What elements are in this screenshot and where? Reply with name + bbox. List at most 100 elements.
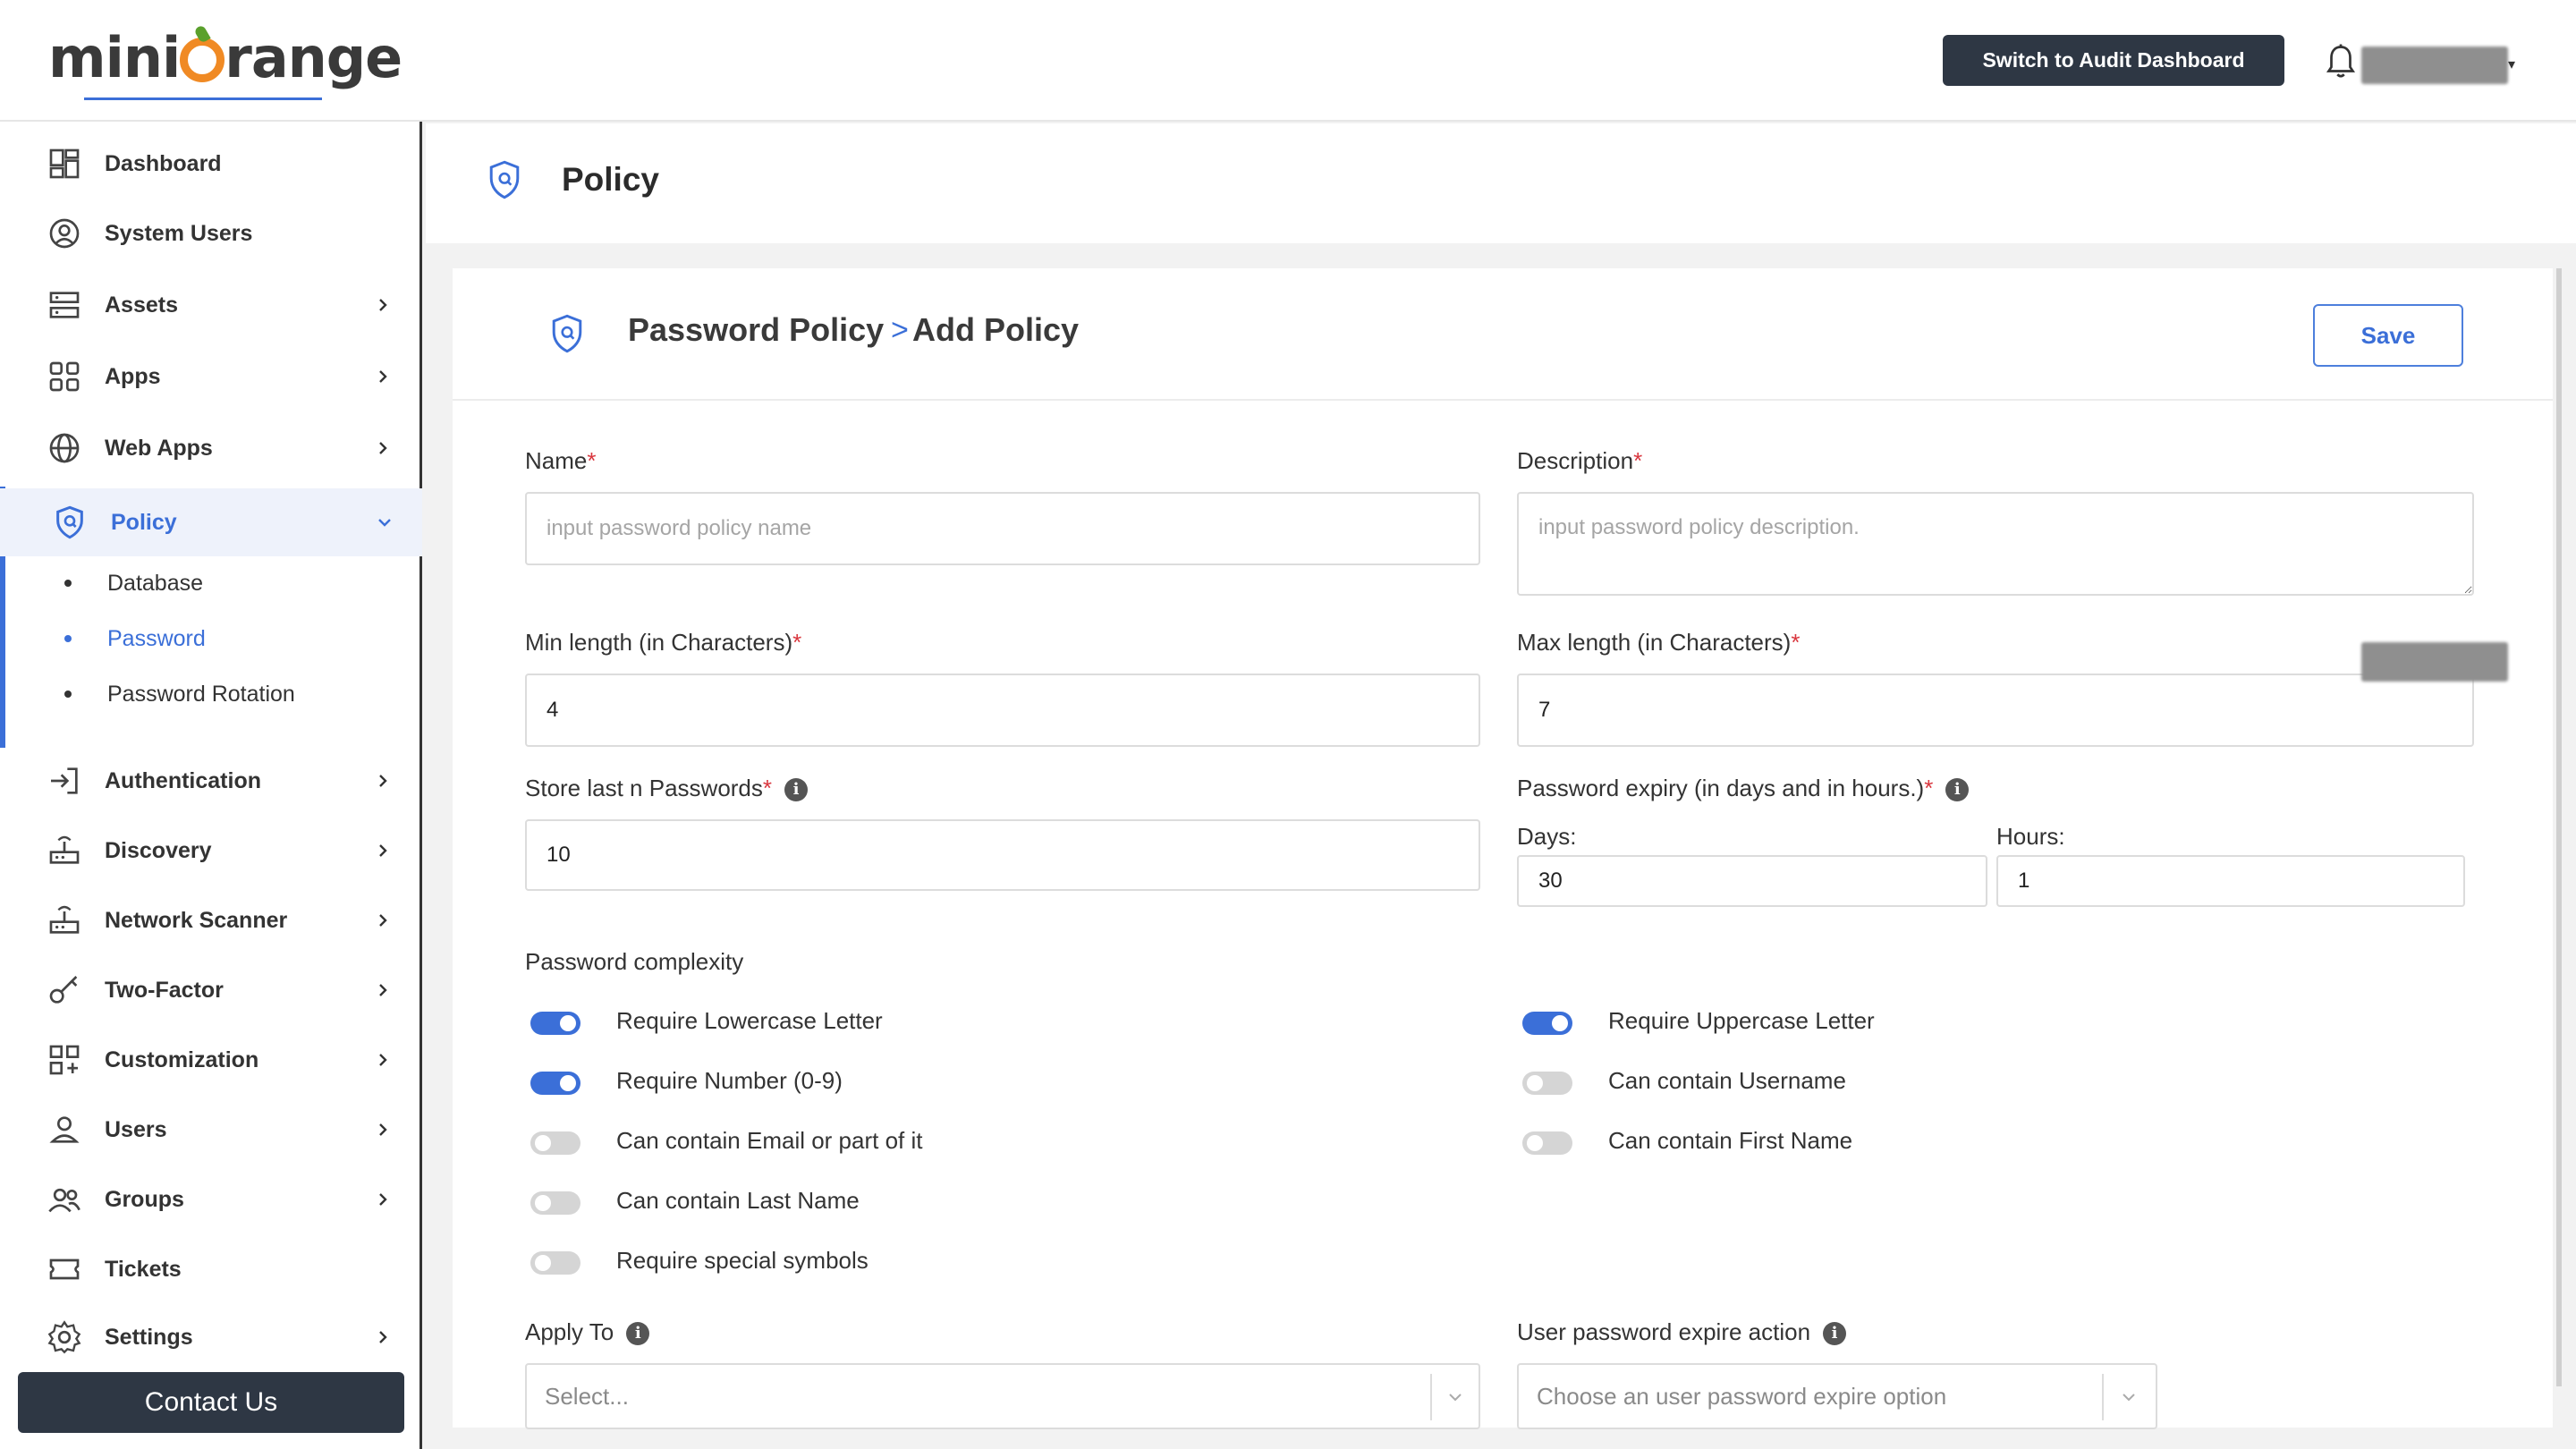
sidebar-item-users[interactable]: Users [0, 1100, 422, 1159]
require-uppercase-toggle[interactable] [1522, 1012, 1572, 1035]
name-label: Name* [525, 447, 597, 474]
contain-username-toggle[interactable] [1522, 1072, 1572, 1095]
sidebar-item-label: Authentication [105, 767, 261, 793]
sidebar-item-network-scanner[interactable]: Network Scanner [0, 891, 422, 950]
chevron-right-icon [379, 1123, 387, 1136]
bullet-icon [64, 635, 72, 642]
sidebar-item-authentication[interactable]: Authentication [0, 751, 422, 810]
sidebar-item-label: Apps [105, 363, 161, 389]
shield-icon [56, 505, 83, 539]
sidebar-subitem-label: Database [107, 570, 204, 596]
sidebar-item-customization[interactable]: Customization [0, 1030, 422, 1089]
chevron-right-icon [379, 442, 387, 454]
sidebar-item-label: Settings [105, 1324, 193, 1350]
require-special-symbols-toggle[interactable] [530, 1251, 580, 1275]
description-textarea[interactable] [1517, 492, 2474, 596]
sidebar-item-discovery[interactable]: Discovery [0, 821, 422, 880]
shield-icon [552, 314, 582, 353]
sidebar-item-dashboard[interactable]: Dashboard [0, 134, 422, 193]
info-icon[interactable]: i [626, 1322, 650, 1345]
expiry-hours-input[interactable] [1996, 855, 2465, 907]
customize-icon [49, 1045, 80, 1075]
sidebar-item-system-users[interactable]: System Users [0, 204, 422, 263]
sidebar-item-label: Customization [105, 1046, 259, 1072]
card-header: Password Policy > Add Policy Save [453, 268, 2553, 401]
user-menu-redacted[interactable] [2361, 47, 2508, 84]
contain-email-toggle[interactable] [530, 1131, 580, 1155]
sidebar-item-two-factor[interactable]: Two-Factor [0, 961, 422, 1020]
sidebar-subitem-database[interactable]: Database [0, 558, 422, 608]
toggle-label: Can contain Username [1608, 1067, 1846, 1094]
toggle-label: Require Uppercase Letter [1608, 1007, 1875, 1034]
toggle-label: Can contain Last Name [616, 1187, 860, 1214]
password-complexity-label: Password complexity [525, 948, 744, 975]
toggle-label: Require Number (0-9) [616, 1067, 843, 1094]
apply-to-label: Apply To i [525, 1318, 650, 1346]
max-length-input[interactable] [1517, 674, 2474, 747]
bullet-icon [64, 580, 72, 587]
user-menu-caret-icon[interactable]: ▾ [2508, 55, 2515, 73]
page-title: Policy [562, 161, 659, 198]
expire-action-select[interactable]: Choose an user password expire option [1517, 1363, 2157, 1429]
password-expiry-label: Password expiry (in days and in hours.)*… [1517, 775, 1970, 802]
sidebar-item-label: Network Scanner [105, 907, 288, 933]
toggle-label: Require Lowercase Letter [616, 1007, 883, 1034]
sidebar-item-assets[interactable]: Assets [0, 275, 422, 335]
logo[interactable]: mini range [48, 25, 402, 90]
breadcrumb-add-policy: Add Policy [912, 311, 1080, 348]
store-last-n-input[interactable] [525, 819, 1480, 891]
sidebar-item-apps[interactable]: Apps [0, 347, 422, 406]
contact-us-button[interactable]: Contact Us [18, 1372, 404, 1433]
select-divider [1430, 1374, 1432, 1420]
contain-last-name-toggle[interactable] [530, 1191, 580, 1215]
sidebar-item-label: Dashboard [105, 150, 222, 176]
orange-logo-icon [180, 38, 225, 82]
router-icon [49, 835, 80, 864]
select-placeholder: Select... [545, 1383, 629, 1410]
require-number-toggle[interactable] [530, 1072, 580, 1095]
sidebar-item-policy[interactable]: Policy [0, 488, 422, 556]
info-icon[interactable]: i [784, 778, 809, 801]
apply-to-select[interactable]: Select... [525, 1363, 1480, 1429]
bell-icon[interactable] [2324, 43, 2358, 80]
info-icon[interactable]: i [1945, 778, 1970, 801]
user-icon [49, 1116, 80, 1143]
chevron-right-icon [379, 914, 387, 927]
require-lowercase-toggle[interactable] [530, 1012, 580, 1035]
sidebar-item-groups[interactable]: Groups [0, 1170, 422, 1229]
sidebar-item-web-apps[interactable]: Web Apps [0, 419, 422, 478]
user-circle-icon [49, 218, 80, 249]
breadcrumb-password-policy[interactable]: Password Policy [628, 311, 884, 349]
sidebar-item-label: System Users [105, 220, 253, 246]
page-scrollbar[interactable] [2556, 268, 2562, 1386]
sidebar-item-label: Two-Factor [105, 977, 224, 1003]
hours-label: Hours: [1996, 823, 2065, 850]
sidebar-item-label: Web Apps [105, 435, 213, 461]
key-icon [49, 976, 78, 1004]
info-icon[interactable]: i [1823, 1322, 1847, 1345]
redacted-overlay [2361, 642, 2508, 682]
sidebar-item-tickets[interactable]: Tickets [0, 1240, 422, 1299]
sidebar-subitem-password[interactable]: Password [0, 614, 422, 664]
apps-grid-icon [49, 361, 80, 392]
name-input[interactable] [525, 492, 1480, 565]
globe-icon [49, 433, 80, 463]
chevron-right-icon [379, 370, 387, 383]
days-label: Days: [1517, 823, 1577, 850]
save-button[interactable]: Save [2313, 304, 2463, 367]
expiry-days-input[interactable] [1517, 855, 1987, 907]
expire-action-label: User password expire action i [1517, 1318, 1847, 1346]
toggle-label: Can contain First Name [1608, 1127, 1853, 1154]
ticket-icon [49, 1258, 80, 1280]
sidebar-item-settings[interactable]: Settings [0, 1308, 422, 1367]
toggle-label: Require special symbols [616, 1247, 869, 1274]
switch-audit-dashboard-button[interactable]: Switch to Audit Dashboard [1943, 35, 2284, 86]
min-length-input[interactable] [525, 674, 1480, 747]
sidebar-subitem-password-rotation[interactable]: Password Rotation [0, 669, 422, 719]
contain-first-name-toggle[interactable] [1522, 1131, 1572, 1155]
toggle-label: Can contain Email or part of it [616, 1127, 923, 1154]
chevron-right-icon [379, 299, 387, 311]
logo-text-pre: mini [48, 25, 181, 90]
logo-underline [84, 97, 322, 100]
chevron-right-icon [379, 984, 387, 996]
